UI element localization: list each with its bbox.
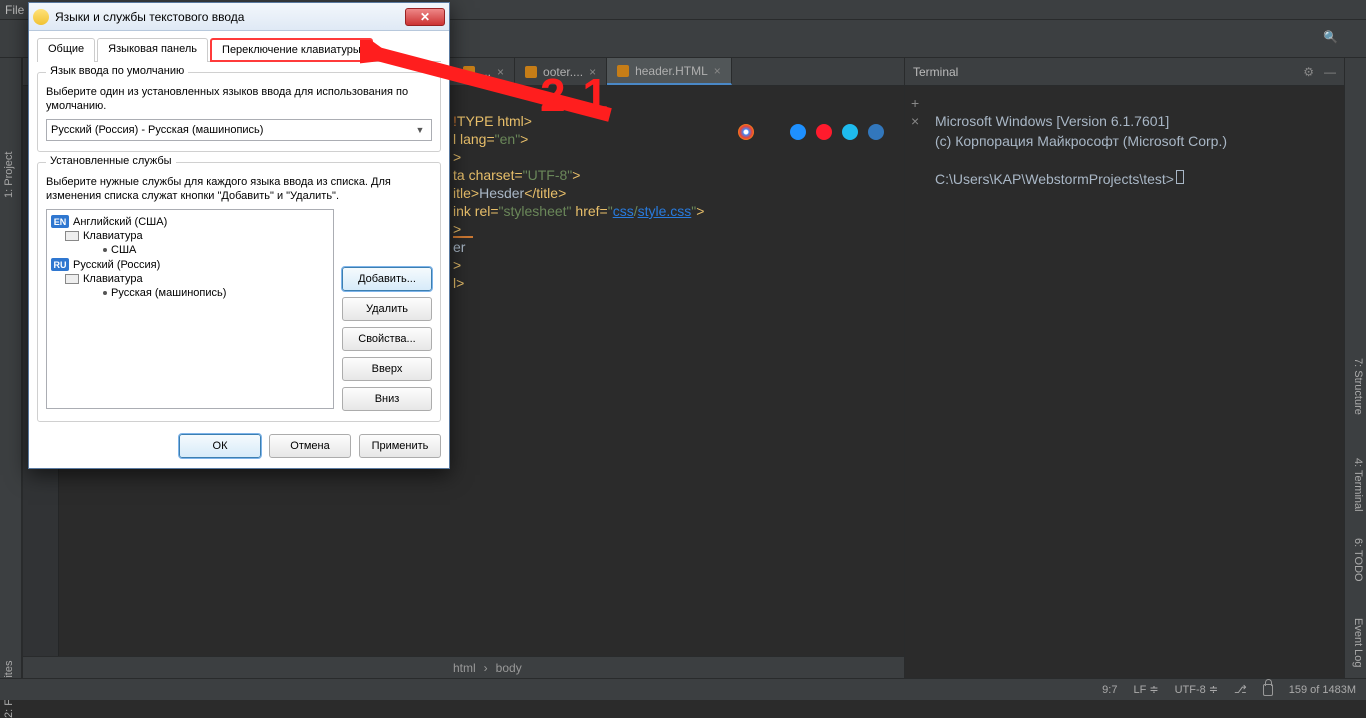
bullet-icon <box>103 248 107 252</box>
close-icon[interactable]: × <box>714 64 721 78</box>
add-button[interactable]: Добавить... <box>342 267 432 291</box>
gear-icon[interactable]: ⚙ <box>1303 65 1314 79</box>
tree-en[interactable]: ENАнглийский (США) <box>51 214 329 229</box>
group-title: Язык ввода по умолчанию <box>46 65 188 77</box>
tree-ru-layout[interactable]: Русская (машинопись) <box>51 286 329 300</box>
terminal-header: Terminal ⚙ — <box>905 58 1344 86</box>
tab-keyboard-switch[interactable]: Переключение клавиатуры <box>210 38 373 62</box>
dialog-footer: ОК Отмена Применить <box>37 434 441 458</box>
default-language-combo[interactable]: Русский (Россия) - Русская (машинопись) … <box>46 119 432 141</box>
tool-structure[interactable]: 7: Structure <box>1352 358 1364 415</box>
dialog-titlebar[interactable]: Языки и службы текстового ввода ✕ <box>29 3 449 31</box>
tab-file-1[interactable]: ...× <box>453 58 515 85</box>
crumb-body[interactable]: body <box>496 661 522 675</box>
text-services-dialog: Языки и службы текстового ввода ✕ Общие … <box>28 2 450 469</box>
right-tool-rail: 7: Structure 4: Terminal 6: TODO Event L… <box>1344 58 1366 678</box>
status-memory[interactable]: 159 of 1483M <box>1289 684 1356 696</box>
file-icon <box>617 65 629 77</box>
ru-badge: RU <box>51 258 69 271</box>
breadcrumb: html › body <box>23 656 904 678</box>
tab-general[interactable]: Общие <box>37 38 95 62</box>
keyboard-icon <box>65 274 79 284</box>
code-content: !TYPE html> l lang="en"> > ta charset="U… <box>453 94 704 292</box>
up-button[interactable]: Вверх <box>342 357 432 381</box>
opera-icon[interactable] <box>816 124 832 140</box>
tab-language-panel[interactable]: Языковая панель <box>97 38 208 62</box>
tree-ru-kb[interactable]: Клавиатура <box>51 272 329 286</box>
status-position[interactable]: 9:7 <box>1102 684 1117 696</box>
crumb-html[interactable]: html <box>453 661 476 675</box>
edge-icon[interactable] <box>868 124 884 140</box>
cursor-icon <box>1176 170 1184 184</box>
git-icon[interactable]: ⎇ <box>1234 683 1247 696</box>
tree-en-layout[interactable]: США <box>51 243 329 257</box>
group-text: Выберите нужные службы для каждого языка… <box>46 175 432 203</box>
term-prompt: C:\Users\KAP\WebstormProjects\test> <box>935 171 1174 187</box>
group-installed-services: Установленные службы Выберите нужные слу… <box>37 162 441 422</box>
keyboard-icon <box>65 231 79 241</box>
browser-preview-icons <box>738 124 884 140</box>
properties-button[interactable]: Свойства... <box>342 327 432 351</box>
annotation-label: 2.1 <box>540 68 610 122</box>
term-line-2: (c) Корпорация Майкрософт (Microsoft Cor… <box>935 133 1227 149</box>
bullet-icon <box>103 291 107 295</box>
service-buttons: Добавить... Удалить Свойства... Вверх Вн… <box>342 267 432 411</box>
group-title: Установленные службы <box>46 155 176 167</box>
menu-file[interactable]: File <box>5 3 24 17</box>
dialog-title: Языки и службы текстового ввода <box>55 10 405 24</box>
firefox-icon[interactable] <box>764 124 780 140</box>
minimize-icon[interactable]: — <box>1324 65 1336 79</box>
error-underline <box>453 236 473 238</box>
tool-terminal[interactable]: 4: Terminal <box>1352 458 1364 512</box>
tree-ru[interactable]: RUРусский (Россия) <box>51 257 329 272</box>
ok-button[interactable]: ОК <box>179 434 261 458</box>
file-icon <box>525 66 537 78</box>
chevron-down-icon: ▼ <box>413 125 427 135</box>
en-badge: EN <box>51 215 69 228</box>
cancel-button[interactable]: Отмена <box>269 434 351 458</box>
terminal-title: Terminal <box>913 65 958 79</box>
terminal-panel: Terminal ⚙ — + × Microsoft Windows [Versi… <box>904 58 1344 678</box>
delete-button[interactable]: Удалить <box>342 297 432 321</box>
tab-file-3[interactable]: header.HTML× <box>607 58 732 85</box>
group-text: Выберите один из установленных языков вв… <box>46 85 432 113</box>
chevron-right-icon: › <box>484 661 488 675</box>
apply-button[interactable]: Применить <box>359 434 441 458</box>
file-icon <box>463 66 475 78</box>
tool-project[interactable]: 1: Project <box>3 152 15 198</box>
left-tool-rail: 1: Project 2: Favorites <box>0 58 22 678</box>
group-default-language: Язык ввода по умолчанию Выберите один из… <box>37 72 441 152</box>
status-encoding[interactable]: UTF-8 ≑ <box>1175 683 1218 696</box>
dialog-body: Общие Языковая панель Переключение клави… <box>29 31 449 468</box>
close-icon[interactable]: × <box>497 65 504 79</box>
status-line-sep[interactable]: LF ≑ <box>1133 683 1158 696</box>
terminal-body[interactable]: + ×Microsoft Windows [Version 6.1.7601] … <box>905 86 1344 678</box>
ie-icon[interactable] <box>842 124 858 140</box>
safari-icon[interactable] <box>790 124 806 140</box>
status-bar: 9:7 LF ≑ UTF-8 ≑ ⎇ 159 of 1483M <box>0 678 1366 700</box>
services-tree[interactable]: ENАнглийский (США) Клавиатура США RUРусс… <box>46 209 334 409</box>
tree-en-kb[interactable]: Клавиатура <box>51 229 329 243</box>
combo-value: Русский (Россия) - Русская (машинопись) <box>51 124 263 136</box>
dialog-close-button[interactable]: ✕ <box>405 8 445 26</box>
terminal-side-buttons: + × <box>911 94 919 130</box>
chrome-icon[interactable] <box>738 124 754 140</box>
search-icon[interactable]: 🔍 <box>1323 30 1338 44</box>
lock-icon[interactable] <box>1263 684 1273 696</box>
down-button[interactable]: Вниз <box>342 387 432 411</box>
tool-eventlog[interactable]: Event Log <box>1352 618 1364 668</box>
term-line-1: Microsoft Windows [Version 6.1.7601] <box>935 113 1169 129</box>
dialog-tabs: Общие Языковая панель Переключение клави… <box>37 37 441 62</box>
tool-todo[interactable]: 6: TODO <box>1352 538 1364 582</box>
dialog-app-icon <box>33 9 49 25</box>
